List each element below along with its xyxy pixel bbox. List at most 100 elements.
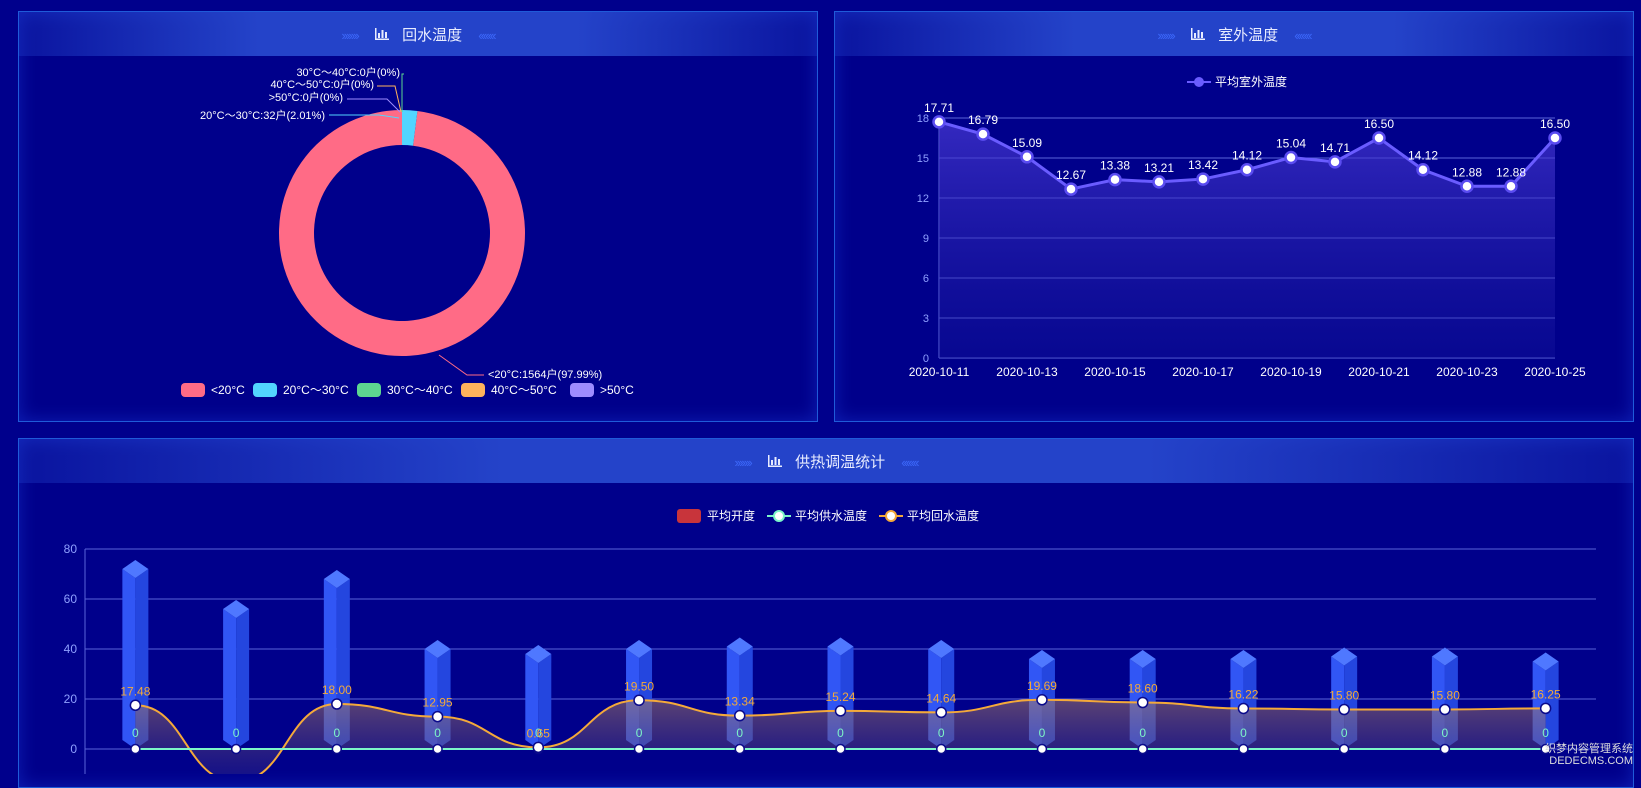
return-point[interactable] [1136, 696, 1149, 709]
return-point[interactable] [633, 694, 645, 706]
legend-supply-label[interactable]: 平均供水温度 [795, 508, 867, 523]
y-tick-label: 9 [923, 233, 929, 245]
data-point[interactable] [1460, 179, 1474, 194]
data-label: 13.38 [1100, 159, 1130, 173]
return-point[interactable] [935, 706, 947, 719]
legend-marker[interactable] [1194, 77, 1204, 87]
y-tick-label: 0 [923, 353, 929, 365]
supply-label: 0 [636, 726, 643, 740]
data-point[interactable] [976, 127, 990, 141]
x-tick-label: 2020-10-11 [909, 365, 970, 379]
pie-slice-0[interactable] [278, 110, 525, 356]
supply-point[interactable] [835, 743, 846, 755]
return-point[interactable] [331, 698, 343, 710]
data-label: 14.71 [1320, 141, 1350, 155]
heating-stats-panel: ››››››› 供热调温统计 ‹‹‹‹‹‹‹ 0 20 40 60 80 0 0 0 0 0 0 0 0… [18, 438, 1634, 788]
return-point[interactable] [532, 741, 545, 754]
supply-point[interactable] [1439, 743, 1451, 755]
x-tick-label: 2020-10-17 [1172, 365, 1234, 379]
data-label: 13.42 [1188, 158, 1218, 172]
data-point[interactable] [1064, 182, 1078, 196]
data-label: 14.12 [1408, 149, 1438, 163]
legend-return-marker[interactable] [885, 510, 897, 522]
watermark-line2: DEDECMS.COM [1549, 755, 1633, 767]
data-point[interactable] [1020, 150, 1034, 164]
data-label: 15.09 [1012, 136, 1042, 150]
supply-point[interactable] [130, 743, 141, 755]
pie-label-3: 40°C～50°C:0户(0%) [270, 77, 374, 91]
data-point[interactable] [1416, 162, 1430, 177]
supply-point[interactable] [633, 743, 645, 755]
data-label: 12.88 [1496, 165, 1526, 179]
y-tick-label: 40 [64, 642, 78, 656]
return-label: 0.65 [527, 726, 551, 740]
legend-label-3[interactable]: 40°C～50°C [491, 383, 557, 397]
y-tick-label: 60 [64, 592, 78, 606]
supply-point[interactable] [1137, 743, 1148, 755]
y-tick-label: 12 [917, 193, 929, 205]
supply-point[interactable] [1036, 743, 1048, 755]
legend-label-2[interactable]: 30°C～40°C [387, 383, 453, 397]
supply-label: 0 [1139, 726, 1146, 740]
bar-left-face[interactable] [122, 569, 136, 749]
legend-supply-marker[interactable] [773, 510, 785, 522]
return-label: 16.25 [1531, 687, 1561, 701]
return-point[interactable] [1539, 702, 1552, 715]
x-tick-label: 2020-10-13 [996, 365, 1058, 379]
return-label: 16.22 [1228, 687, 1258, 701]
legend-label-1[interactable]: 20°C～30°C [283, 383, 349, 397]
supply-point[interactable] [1338, 743, 1350, 755]
data-label: 12.88 [1452, 165, 1482, 179]
legend-swatch-1[interactable] [253, 383, 277, 397]
supply-point[interactable] [331, 743, 343, 755]
pie-label-2: 30°C～40°C:0户(0%) [296, 65, 400, 79]
return-point[interactable] [734, 709, 746, 722]
pie-chart: <20°C:1564户(97.99%) 20°C～30°C:32户(2.01%) 3… [181, 65, 634, 397]
legend-bar-swatch[interactable] [677, 509, 701, 523]
return-point[interactable] [431, 710, 444, 723]
outdoor-line-chart: 03691215182020-10-11 2020-10-13 2020-10-15… [909, 74, 1586, 379]
supply-point[interactable] [432, 743, 443, 755]
supply-point[interactable] [935, 743, 947, 755]
legend-label[interactable]: 平均室外温度 [1215, 74, 1287, 89]
return-point[interactable] [1036, 694, 1048, 706]
return-label: 15.24 [825, 690, 855, 704]
supply-label: 0 [132, 726, 139, 740]
supply-label: 0 [1542, 726, 1549, 740]
y-tick-label: 6 [923, 273, 929, 285]
legend-swatch-2[interactable] [357, 383, 381, 397]
legend-return-label[interactable]: 平均回水温度 [907, 508, 979, 523]
y-tick-label: 0 [70, 742, 77, 756]
return-point[interactable] [834, 705, 847, 717]
legend-swatch-3[interactable] [461, 383, 485, 397]
legend-label-4[interactable]: >50°C [600, 383, 634, 397]
data-point[interactable] [932, 115, 946, 129]
data-label: 16.79 [968, 113, 998, 127]
data-point[interactable] [1328, 155, 1342, 169]
y-tick-label: 3 [923, 313, 929, 325]
supply-point[interactable] [1238, 743, 1249, 755]
watermark-line1: 织梦内容管理系统 [1545, 743, 1633, 755]
data-point[interactable] [1504, 179, 1518, 194]
supply-label: 0 [1442, 726, 1449, 740]
supply-label: 0 [938, 726, 945, 740]
legend-bar-label[interactable]: 平均开度 [707, 508, 755, 523]
legend-swatch-0[interactable] [181, 383, 205, 397]
data-point[interactable] [1108, 172, 1122, 187]
data-point[interactable] [1240, 162, 1254, 177]
return-point[interactable] [129, 699, 142, 712]
pie-leader-2 [401, 73, 404, 112]
return-point[interactable] [1439, 703, 1451, 716]
legend-label-0[interactable]: <20°C [211, 383, 245, 397]
return-point[interactable] [1338, 703, 1350, 716]
data-point[interactable] [1152, 175, 1166, 189]
legend-swatch-4[interactable] [570, 383, 594, 397]
data-point[interactable] [1284, 150, 1298, 165]
supply-point[interactable] [230, 743, 242, 755]
data-point[interactable] [1372, 131, 1386, 145]
data-label: 13.21 [1144, 161, 1174, 175]
supply-point[interactable] [734, 743, 746, 755]
data-point[interactable] [1548, 131, 1562, 145]
data-point[interactable] [1196, 172, 1210, 186]
return-point[interactable] [1237, 702, 1250, 715]
